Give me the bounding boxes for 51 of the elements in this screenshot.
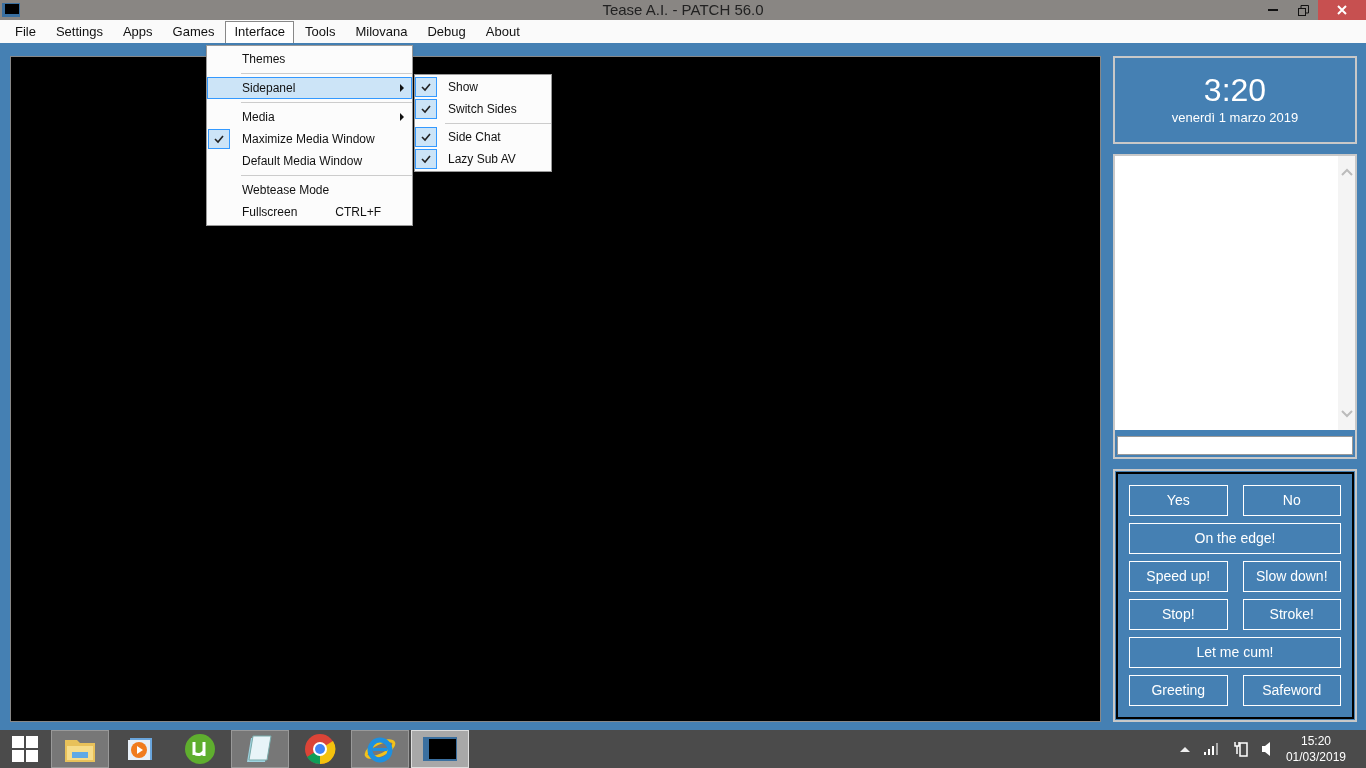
- menu-item[interactable]: About: [476, 20, 529, 43]
- menu-entry[interactable]: Side Chat: [415, 126, 551, 148]
- menu-entry[interactable]: Lazy Sub AV: [415, 148, 551, 170]
- minimize-icon: [1268, 9, 1278, 12]
- shortcut-text: CTRL+F: [335, 204, 381, 221]
- clock-date: venerdì 1 marzo 2019: [1171, 109, 1299, 128]
- response-button[interactable]: Stroke!: [1242, 598, 1341, 630]
- response-button[interactable]: Yes: [1129, 484, 1228, 516]
- speaker-icon[interactable]: [1261, 741, 1272, 756]
- response-button[interactable]: On the edge!: [1129, 522, 1341, 554]
- tray-time: 15:20: [1300, 732, 1331, 749]
- clock-time: 3:20: [1203, 72, 1267, 109]
- menu-item[interactable]: Milovana: [346, 20, 417, 43]
- menu-entry[interactable]: Show: [415, 76, 551, 98]
- close-button[interactable]: [1318, 0, 1366, 21]
- response-button[interactable]: Slow down!: [1242, 560, 1341, 592]
- response-button[interactable]: Let me cum!: [1129, 636, 1341, 668]
- close-icon: [1337, 5, 1347, 16]
- menu-item[interactable]: Interface: [225, 20, 295, 43]
- menu-entry[interactable]: Default Media Window: [207, 150, 412, 172]
- menu-entry[interactable]: Maximize Media Window: [207, 128, 412, 150]
- menu-item[interactable]: Tools: [296, 20, 345, 43]
- signal-icon[interactable]: [1203, 742, 1220, 755]
- menu-item[interactable]: Debug: [418, 20, 475, 43]
- menu-entry[interactable]: Media: [207, 106, 412, 128]
- response-button[interactable]: No: [1242, 484, 1341, 516]
- menu-entry[interactable]: Sidepanel: [207, 77, 412, 99]
- window-icon: [423, 736, 457, 761]
- menu-entry[interactable]: Webtease Mode: [207, 179, 412, 201]
- restore-icon: [1297, 4, 1309, 16]
- chevron-up-icon[interactable]: [1179, 745, 1190, 752]
- windows-icon: [12, 735, 38, 762]
- menu-item[interactable]: Games: [163, 20, 224, 43]
- app-icon: [2, 3, 20, 18]
- window-title: Tease A.I. - PATCH 56.0: [602, 0, 764, 20]
- menu-entry[interactable]: Fullscreen CTRL+F: [207, 201, 412, 223]
- menu-entry[interactable]: Switch Sides: [415, 98, 551, 120]
- response-button[interactable]: Safeword: [1242, 674, 1341, 706]
- response-button[interactable]: Greeting: [1129, 674, 1228, 706]
- chrome-icon: [304, 732, 336, 765]
- menu-entry[interactable]: Themes: [207, 48, 412, 70]
- tray-date: 01/03/2019: [1285, 748, 1346, 765]
- response-button[interactable]: Stop!: [1129, 598, 1228, 630]
- mu-icon: [184, 732, 216, 765]
- battery-icon[interactable]: [1233, 740, 1248, 757]
- chat-input[interactable]: [1117, 436, 1353, 456]
- menu-item[interactable]: File: [6, 20, 45, 43]
- response-button[interactable]: Speed up!: [1129, 560, 1228, 592]
- menu-item[interactable]: Apps: [113, 20, 162, 43]
- menu-item[interactable]: Settings: [46, 20, 112, 43]
- notepad-icon: [245, 733, 275, 764]
